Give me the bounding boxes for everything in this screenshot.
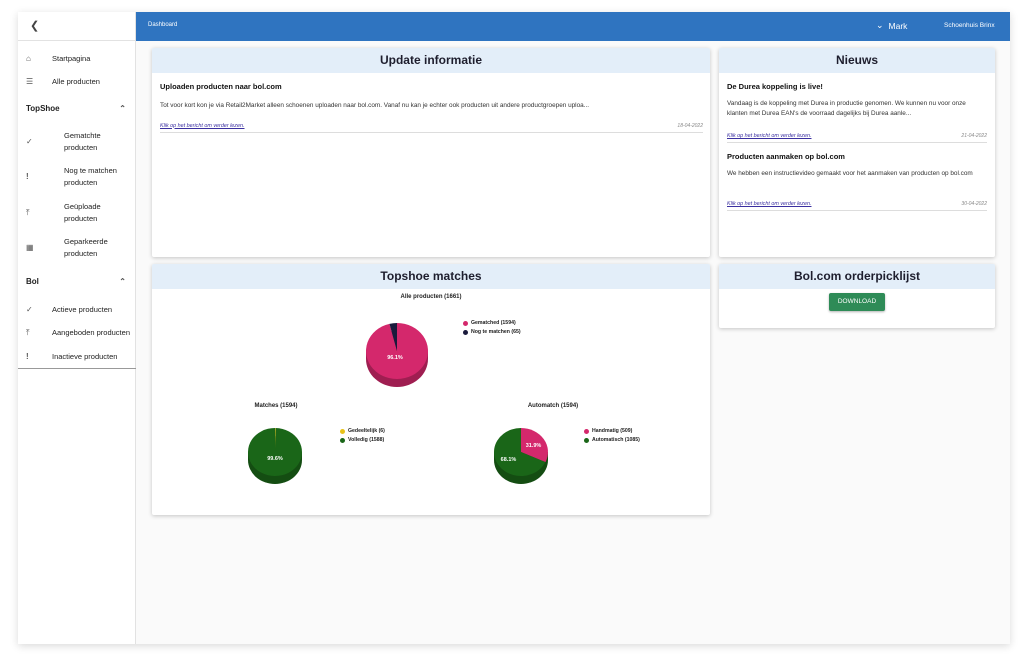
legend-label: Automatisch (1085) <box>592 437 640 443</box>
exclamation-icon: ! <box>26 352 29 362</box>
legend-swatch <box>584 437 589 443</box>
card-title: Nieuws <box>719 48 995 73</box>
read-more-link[interactable]: Klik op het bericht om verder lezen. <box>160 123 245 129</box>
charts-area: Alle producten (1661) 96.1% Gematched (159… <box>152 289 710 515</box>
parked-icon: ▦ <box>26 243 34 252</box>
post-body: Tot voor kort kon je via Retail2Market a… <box>160 102 590 109</box>
card-title: Topshoe matches <box>152 264 710 289</box>
check-icon: ✓ <box>26 305 33 315</box>
download-button[interactable]: DOWNLOAD <box>829 293 885 311</box>
sidebar-item-label: Nog te matchen producten <box>64 166 117 187</box>
news-post[interactable]: De Durea koppeling is live! Vandaag is d… <box>719 73 995 143</box>
sidebar-item-startpagina[interactable]: ⌂ Startpagina <box>18 53 90 65</box>
post-date: 18-04-2022 <box>677 122 703 129</box>
post-date: 30-04-2022 <box>961 201 987 207</box>
sidebar-divider <box>18 368 136 369</box>
card-title: Update informatie <box>152 48 710 73</box>
top-app-bar: Dashboard ⌄ Mark Schoenhuis Brinx <box>136 12 1010 41</box>
upload-icon: ⤒ <box>26 327 30 337</box>
user-name: Mark <box>888 20 908 31</box>
post-date: 21-04-2022 <box>961 133 987 139</box>
sidebar-item-label: Aangeboden producten <box>52 328 130 337</box>
data-label: 31.9% <box>526 443 542 449</box>
upload-icon: ⤒ <box>26 207 30 217</box>
read-more-link[interactable]: Klik op het bericht om verder lezen. <box>727 201 812 207</box>
chevron-up-icon: ⌃ <box>119 277 126 286</box>
sidebar-item-actieve-producten[interactable]: ✓ Actieve producten <box>18 304 112 316</box>
sidebar-item-nog-te-matchen[interactable]: ! Nog te matchen producten <box>18 165 126 188</box>
sidebar-section-topshoe[interactable]: TopShoe ⌃ <box>18 104 136 113</box>
chevron-left-icon[interactable]: ❮ <box>30 19 39 32</box>
sidebar-item-geparkeerde-producten[interactable]: ▦ Geparkeerde producten <box>18 236 122 259</box>
sidebar-item-label: Gematchte producten <box>64 131 101 152</box>
legend-swatch <box>584 428 589 434</box>
post-title: Uploaden producten naar bol.com <box>160 82 282 91</box>
update-post[interactable]: Uploaden producten naar bol.com Tot voor… <box>152 73 710 133</box>
sidebar-item-label: Geüploade producten <box>64 202 101 223</box>
chevron-down-icon: ⌄ <box>876 20 884 30</box>
post-title: Producten aanmaken op bol.com <box>727 152 845 161</box>
read-more-link[interactable]: Klik op het bericht om verder lezen. <box>727 133 812 139</box>
post-footer: Klik op het bericht om verder lezen. 30-… <box>727 201 987 211</box>
home-icon: ⌂ <box>26 54 31 64</box>
legend-label: Handmatig (509) <box>592 428 633 434</box>
check-icon: ✓ <box>26 137 33 146</box>
sidebar-item-inactieve-producten[interactable]: ! Inactieve producten <box>18 351 117 363</box>
post-footer: Klik op het bericht om verder lezen. 18-… <box>160 123 703 133</box>
sidebar: ❮ ⌂ Startpagina ☰ Alle producten TopShoe… <box>18 12 136 644</box>
sidebar-item-label: Inactieve producten <box>52 352 118 361</box>
legend-item[interactable]: Handmatig (509) <box>584 428 632 434</box>
section-title: Bol <box>26 277 39 286</box>
sidebar-item-label: Geparkeerde producten <box>64 237 108 258</box>
news-card: Nieuws De Durea koppeling is live! Vanda… <box>719 48 995 257</box>
post-body: We hebben een instructievideo gemaakt vo… <box>727 170 973 177</box>
post-footer: Klik op het bericht om verder lezen. 21-… <box>727 133 987 143</box>
post-body: Vandaag is de koppeling met Durea in pro… <box>727 100 966 117</box>
user-menu[interactable]: ⌄ Mark <box>876 20 907 31</box>
list-icon: ☰ <box>26 77 34 87</box>
pie-chart: 31.9% 68.1% <box>493 428 548 484</box>
sidebar-item-label: Startpagina <box>52 54 91 63</box>
sidebar-section-bol[interactable]: Bol ⌃ <box>18 277 136 286</box>
sidebar-item-aangeboden-producten[interactable]: ⤒ Aangeboden producten <box>18 327 130 339</box>
topshoe-matches-card: Topshoe matches Alle producten (1661) 96.… <box>152 264 710 515</box>
sidebar-item-alle-producten[interactable]: ☰ Alle producten <box>18 76 100 88</box>
sidebar-item-geuploade-producten[interactable]: ⤒ Geüploade producten <box>18 201 122 224</box>
post-title: De Durea koppeling is live! <box>727 82 823 91</box>
card-title: Bol.com orderpicklijst <box>719 264 995 289</box>
chevron-up-icon: ⌃ <box>119 104 126 113</box>
app-window: ❮ ⌂ Startpagina ☰ Alle producten TopShoe… <box>18 12 1010 644</box>
breadcrumb[interactable]: Dashboard <box>148 22 177 28</box>
legend-item[interactable]: Automatisch (1085) <box>584 437 640 443</box>
news-post[interactable]: Producten aanmaken op bol.com We hebben … <box>719 143 995 211</box>
data-label: 68.1% <box>501 457 517 463</box>
sidebar-header: ❮ <box>18 12 135 41</box>
shop-name[interactable]: Schoenhuis Brinx <box>944 22 995 29</box>
sidebar-item-gematchte-producten[interactable]: ✓ Gematchte producten <box>18 130 122 153</box>
exclamation-icon: ! <box>26 172 29 181</box>
orderpicklist-card: Bol.com orderpicklijst DOWNLOAD <box>719 264 995 328</box>
section-title: TopShoe <box>26 104 60 113</box>
update-info-card: Update informatie Uploaden producten naa… <box>152 48 710 257</box>
sidebar-item-label: Actieve producten <box>52 305 113 314</box>
sidebar-item-label: Alle producten <box>52 77 100 86</box>
